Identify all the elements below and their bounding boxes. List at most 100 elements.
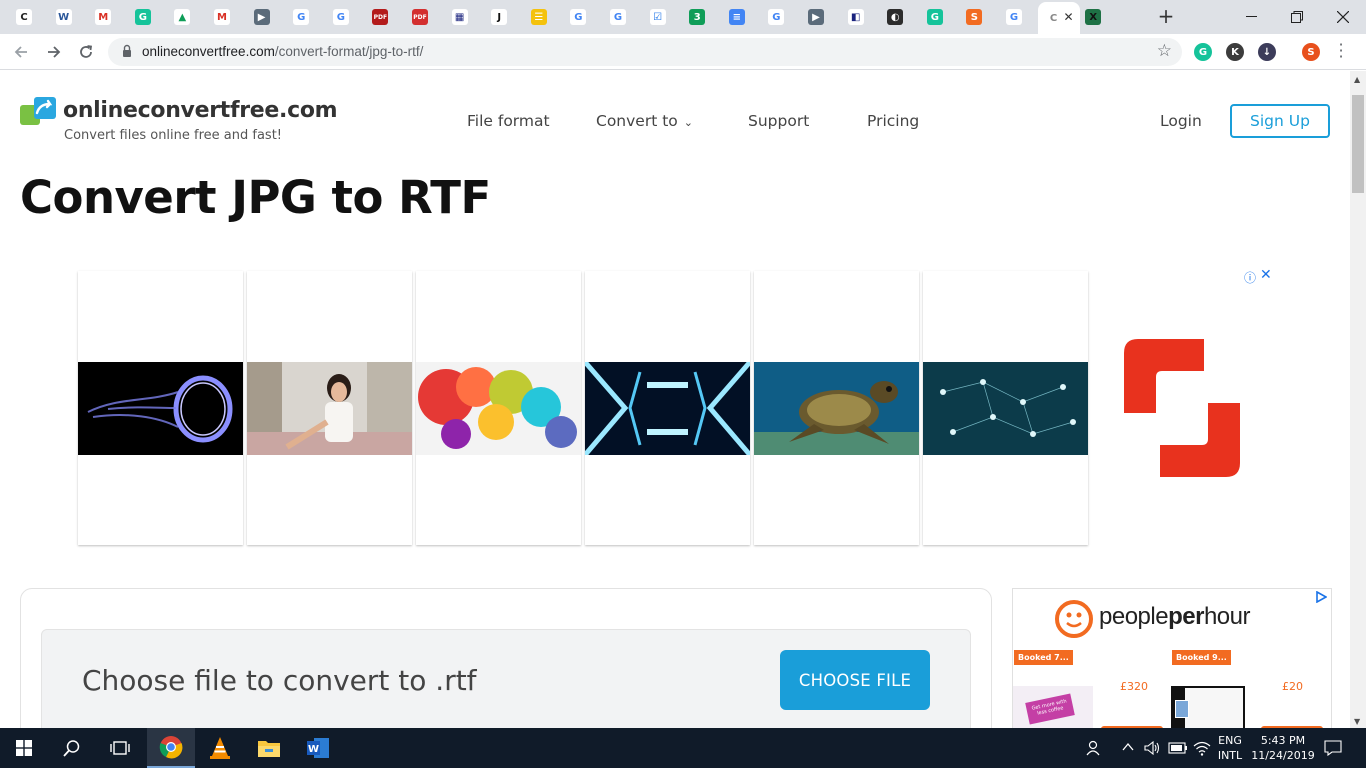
browser-tab[interactable]: G bbox=[127, 4, 165, 30]
tab-favicon-icon: 3 bbox=[689, 9, 706, 25]
nav-convert-to-label: Convert to bbox=[596, 112, 678, 130]
browser-tab[interactable]: M bbox=[87, 4, 125, 30]
taskbar-vlc[interactable] bbox=[196, 728, 244, 768]
chevron-down-icon: ⌄ bbox=[683, 116, 693, 129]
restore-button[interactable] bbox=[1274, 0, 1320, 34]
browser-tab[interactable]: ☑ bbox=[642, 4, 680, 30]
browser-tab[interactable]: G bbox=[285, 4, 323, 30]
bookmark-star-icon[interactable]: ☆ bbox=[1157, 41, 1172, 61]
wifi-icon[interactable] bbox=[1193, 740, 1211, 756]
ad-card[interactable] bbox=[923, 271, 1088, 545]
browser-tab[interactable]: G bbox=[760, 4, 798, 30]
signup-button[interactable]: Sign Up bbox=[1230, 104, 1330, 138]
browser-tab[interactable]: PDF bbox=[364, 4, 402, 30]
close-window-button[interactable] bbox=[1320, 0, 1366, 34]
taskbar-chrome[interactable] bbox=[147, 728, 195, 768]
browser-tab[interactable]: G bbox=[325, 4, 363, 30]
browser-tab[interactable]: PDF bbox=[404, 4, 442, 30]
browser-tab[interactable]: J bbox=[483, 4, 521, 30]
scroll-down-arrow-icon[interactable]: ▼ bbox=[1354, 717, 1360, 726]
search-button[interactable] bbox=[48, 728, 96, 768]
booked-badge: Booked 7... bbox=[1014, 650, 1073, 665]
page-scrollbar[interactable]: ▲ ▼ bbox=[1350, 71, 1366, 728]
browser-tab[interactable]: ≡ bbox=[721, 4, 759, 30]
battery-icon[interactable] bbox=[1168, 742, 1188, 754]
booked-badge: Booked 9... bbox=[1172, 650, 1231, 665]
new-tab-button[interactable]: + bbox=[1156, 6, 1176, 26]
browser-tab[interactable]: ▶ bbox=[246, 4, 284, 30]
language-indicator[interactable]: ENG INTL bbox=[1214, 733, 1246, 763]
nav-file-format[interactable]: File format bbox=[467, 112, 550, 130]
minimize-button[interactable] bbox=[1228, 0, 1274, 34]
volume-icon[interactable] bbox=[1144, 740, 1162, 756]
people-icon[interactable] bbox=[1086, 740, 1102, 756]
restore-icon bbox=[1291, 11, 1303, 23]
scrollbar-thumb[interactable] bbox=[1352, 95, 1364, 193]
browser-tab[interactable]: C bbox=[8, 4, 46, 30]
browser-tab[interactable]: G bbox=[602, 4, 640, 30]
browser-tab[interactable]: G bbox=[562, 4, 600, 30]
choose-file-button[interactable]: CHOOSE FILE bbox=[780, 650, 930, 710]
browser-tab[interactable]: M bbox=[206, 4, 244, 30]
nav-pricing[interactable]: Pricing bbox=[867, 112, 919, 130]
address-bar[interactable]: onlineconvertfree.com/convert-format/jpg… bbox=[108, 38, 1182, 66]
browser-tab[interactable]: 3 bbox=[681, 4, 719, 30]
reload-button[interactable] bbox=[74, 40, 98, 64]
ad-card[interactable] bbox=[416, 271, 581, 545]
tab-favicon-icon: ▦ bbox=[451, 9, 468, 25]
adchoices-icon[interactable] bbox=[1315, 591, 1327, 603]
site-logo-name[interactable]: onlineconvertfree.com bbox=[63, 98, 338, 123]
shutterstock-logo-icon[interactable] bbox=[1124, 339, 1240, 477]
scroll-up-arrow-icon[interactable]: ▲ bbox=[1354, 75, 1360, 84]
ad-thumbnail-ring bbox=[78, 362, 243, 455]
extension-icon[interactable]: S bbox=[1302, 43, 1320, 61]
ad-card[interactable] bbox=[754, 271, 919, 545]
nav-support[interactable]: Support bbox=[748, 112, 809, 130]
site-logo-icon[interactable] bbox=[20, 95, 58, 127]
notification-icon[interactable] bbox=[1324, 740, 1342, 756]
browser-tab[interactable]: ▶ bbox=[800, 4, 838, 30]
peopleperhour-ad[interactable]: peopleperhour Booked 7... Booked 9... £3… bbox=[1012, 588, 1332, 728]
tab-favicon-icon: G bbox=[570, 9, 587, 25]
ad-card[interactable] bbox=[78, 271, 243, 545]
browser-tab[interactable]: ▲ bbox=[166, 4, 204, 30]
ad-info-icon[interactable]: ⓘ bbox=[1244, 269, 1256, 286]
tab-close-icon[interactable]: ✕ bbox=[1064, 10, 1074, 24]
tab-favicon-icon: M bbox=[214, 9, 230, 25]
forward-button[interactable] bbox=[42, 40, 66, 64]
browser-tab[interactable]: ☰ bbox=[523, 4, 561, 30]
browser-tab[interactable]: G bbox=[998, 4, 1036, 30]
ad-card[interactable] bbox=[247, 271, 412, 545]
back-arrow-icon bbox=[14, 46, 27, 58]
ad-card[interactable] bbox=[585, 271, 750, 545]
choose-file-prompt: Choose file to convert to .rtf bbox=[82, 664, 477, 697]
extension-icon[interactable]: K bbox=[1226, 43, 1244, 61]
clock[interactable]: 5:43 PM 11/24/2019 bbox=[1250, 733, 1316, 763]
nav-convert-to[interactable]: Convert to ⌄ bbox=[596, 112, 693, 130]
login-link[interactable]: Login bbox=[1160, 112, 1202, 130]
word-icon: W bbox=[307, 738, 329, 758]
browser-tab[interactable]: ▦ bbox=[444, 4, 482, 30]
video-ad-strip[interactable] bbox=[78, 271, 1278, 547]
browser-tab[interactable]: ◧ bbox=[840, 4, 878, 30]
site-tagline: Convert files online free and fast! bbox=[64, 128, 283, 143]
browser-tab[interactable]: G bbox=[919, 4, 957, 30]
back-button[interactable] bbox=[9, 40, 33, 64]
task-view-button[interactable] bbox=[96, 728, 144, 768]
clock-time: 5:43 PM bbox=[1260, 734, 1306, 747]
browser-tab[interactable]: S bbox=[958, 4, 996, 30]
tab-favicon-icon: PDF bbox=[372, 9, 389, 25]
taskbar-file-explorer[interactable] bbox=[245, 728, 293, 768]
extension-icon[interactable]: ↓ bbox=[1258, 43, 1276, 61]
start-button[interactable] bbox=[0, 728, 48, 768]
extension-icon[interactable]: G bbox=[1194, 43, 1212, 61]
pph-brand-name: peopleperhour bbox=[1099, 603, 1250, 631]
browser-tab[interactable]: C ✕ bbox=[1037, 2, 1080, 34]
chevron-up-icon[interactable] bbox=[1122, 742, 1134, 752]
ad-close-icon[interactable]: ✕ bbox=[1260, 267, 1272, 283]
browser-tab[interactable]: X bbox=[1077, 4, 1115, 30]
taskbar-word[interactable]: W bbox=[294, 728, 342, 768]
browser-tab[interactable]: W bbox=[48, 4, 86, 30]
browser-tab[interactable]: ◐ bbox=[879, 4, 917, 30]
browser-menu-icon[interactable]: · · · bbox=[1336, 37, 1346, 65]
